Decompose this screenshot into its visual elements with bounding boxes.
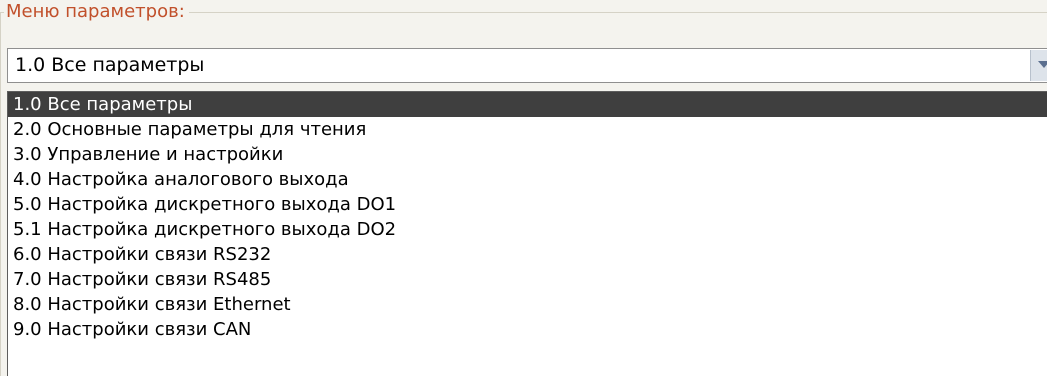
dropdown-option[interactable]: 1.0 Все параметры [8, 92, 1047, 117]
dropdown-option[interactable]: 4.0 Настройка аналогового выхода [8, 167, 1047, 192]
dropdown-list[interactable]: 1.0 Все параметры 2.0 Основные параметры… [7, 91, 1047, 376]
parameters-menu-select[interactable]: 1.0 Все параметры [7, 48, 1047, 83]
group-label: Меню параметров: [4, 0, 189, 24]
chevron-down-icon [1038, 61, 1047, 68]
dropdown-option[interactable]: 8.0 Настройки связи Ethernet [8, 292, 1047, 317]
dropdown-option[interactable]: 5.0 Настройка дискретного выхода DO1 [8, 192, 1047, 217]
dropdown-button[interactable] [1030, 50, 1047, 81]
groupbox-left-border [0, 12, 1, 376]
selected-value: 1.0 Все параметры [15, 54, 205, 76]
dropdown-option[interactable]: 7.0 Настройки связи RS485 [8, 267, 1047, 292]
parameters-menu-panel: Меню параметров: 1.0 Все параметры 1.0 В… [0, 0, 1047, 376]
dropdown-option[interactable]: 2.0 Основные параметры для чтения [8, 117, 1047, 142]
dropdown-option[interactable]: 6.0 Настройки связи RS232 [8, 242, 1047, 267]
dropdown-option[interactable]: 5.1 Настройка дискретного выхода DO2 [8, 217, 1047, 242]
dropdown-option[interactable]: 9.0 Настройки связи CAN [8, 317, 1047, 342]
dropdown-option[interactable]: 3.0 Управление и настройки [8, 142, 1047, 167]
